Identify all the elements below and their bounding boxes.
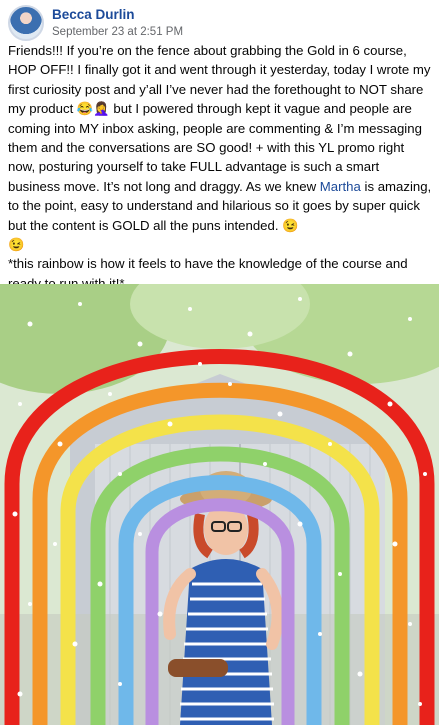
post-body: Friends!!! If you’re on the fence about …: [8, 41, 434, 293]
rainbow-photo-illustration: [0, 284, 439, 725]
post-paragraph-1: Friends!!! If you’re on the fence about …: [8, 41, 434, 235]
post-emoji-line: 😉: [8, 237, 25, 253]
post-photo[interactable]: [0, 284, 439, 725]
post-timestamp[interactable]: September 23 at 2:51 PM: [52, 25, 183, 40]
author-name[interactable]: Becca Durlin: [52, 6, 183, 23]
mention-link[interactable]: Martha: [320, 179, 361, 194]
post-text-part-1: Friends!!! If you’re on the fence about …: [8, 43, 431, 194]
post-header: Becca Durlin September 23 at 2:51 PM: [8, 5, 183, 41]
facebook-post: Becca Durlin September 23 at 2:51 PM Fri…: [0, 0, 439, 725]
post-meta: Becca Durlin September 23 at 2:51 PM: [52, 6, 183, 40]
author-avatar[interactable]: [8, 5, 44, 41]
